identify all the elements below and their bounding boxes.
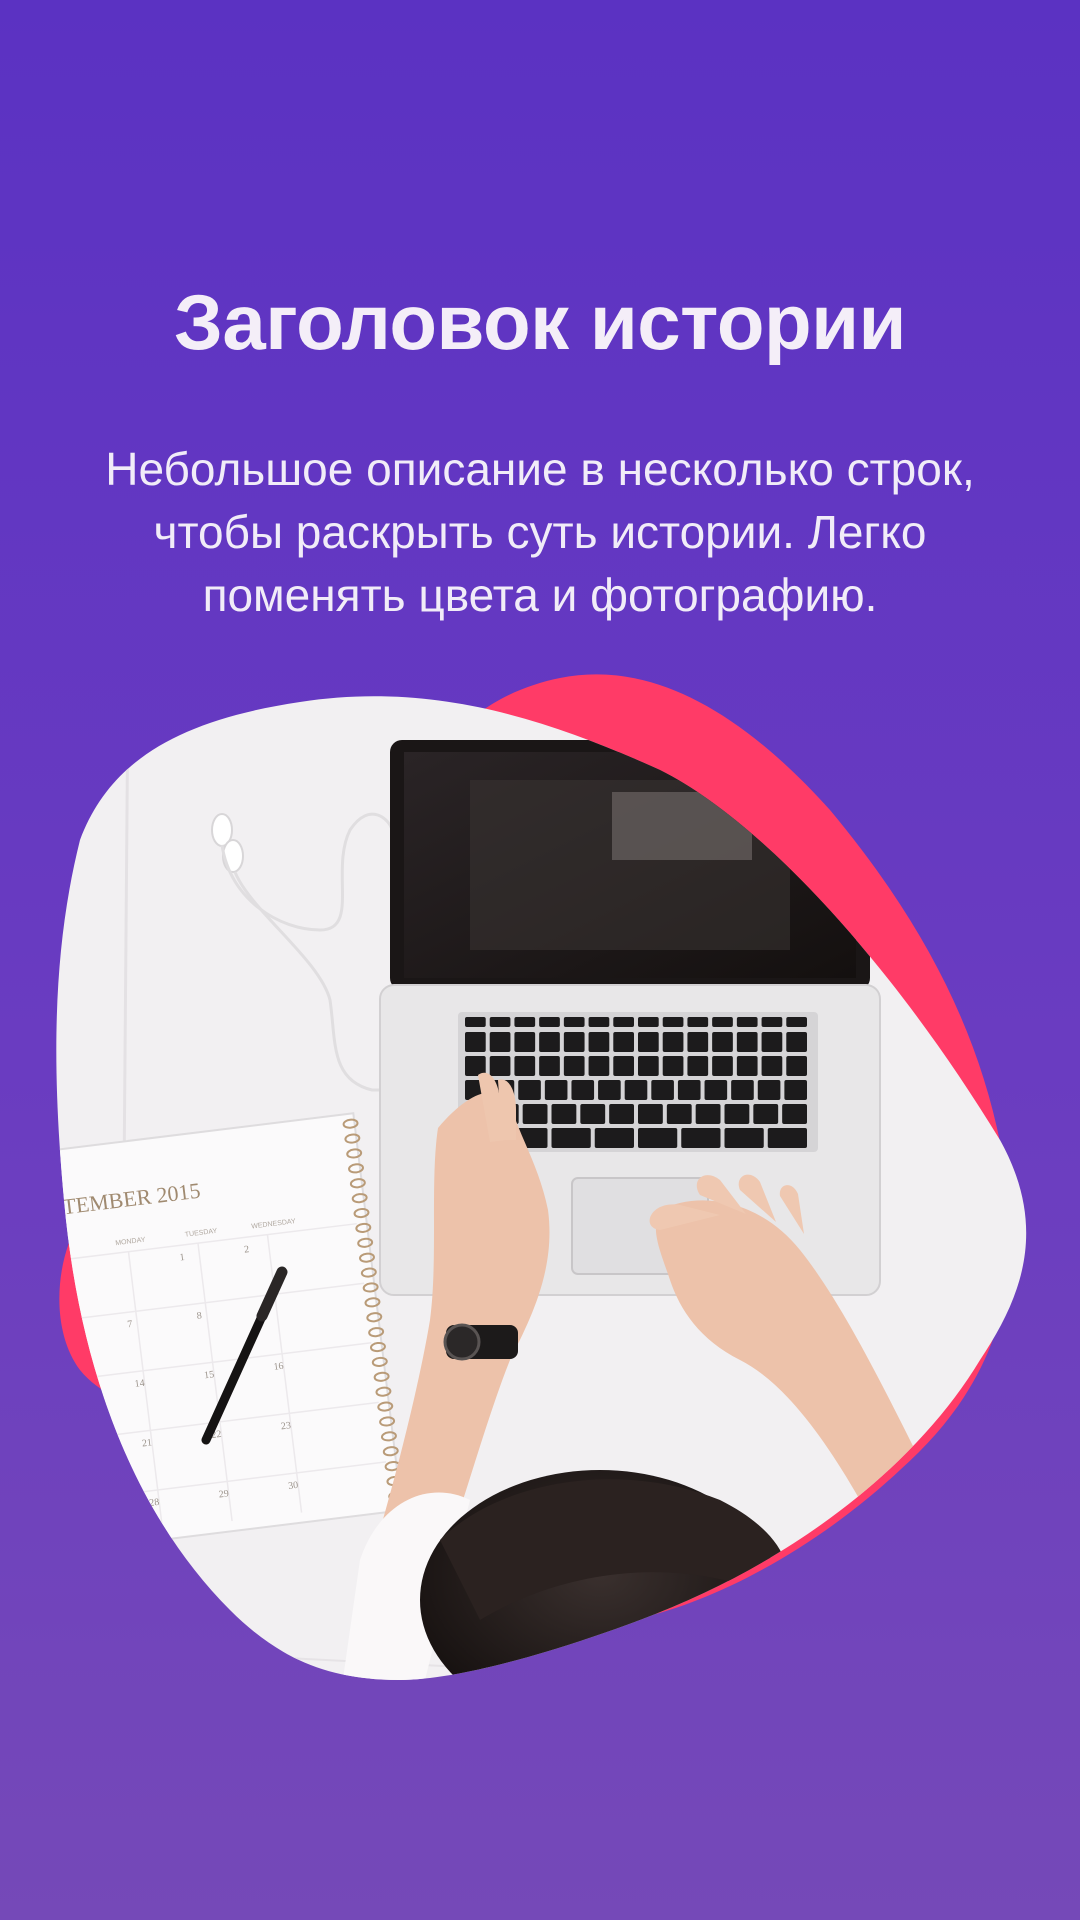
keyboard-key <box>588 1032 610 1052</box>
keyboard-key <box>761 1032 783 1052</box>
keyboard-key <box>518 1080 541 1100</box>
calendar-date: 30 <box>288 1480 299 1492</box>
keyboard-key <box>544 1080 568 1100</box>
keyboard-key <box>761 1017 783 1027</box>
keyboard-key <box>613 1056 634 1076</box>
keyboard-key <box>580 1104 606 1124</box>
keyboard-key <box>638 1128 678 1148</box>
keyboard-key <box>753 1104 779 1124</box>
story-screen: Заголовок истории Небольшое описание в н… <box>0 0 1080 1920</box>
story-visual: TEMBER 2015 MONDAY TUESDAY WEDNESDAY 1 2… <box>0 0 1080 1920</box>
calendar-date: 15 <box>204 1369 215 1381</box>
keyboard-key <box>687 1017 709 1027</box>
keyboard-key <box>677 1080 701 1100</box>
keyboard-key <box>489 1032 511 1052</box>
calendar-notebook: TEMBER 2015 MONDAY TUESDAY WEDNESDAY 1 2… <box>56 1112 405 1551</box>
calendar-date: 28 <box>149 1497 160 1509</box>
keyboard-key <box>724 1128 764 1148</box>
keyboard-key <box>638 1056 659 1076</box>
keyboard-key <box>539 1017 560 1027</box>
keyboard-key <box>662 1056 684 1076</box>
keyboard-key <box>613 1032 634 1052</box>
keyboard-key <box>704 1080 728 1100</box>
keyboard-key <box>712 1056 733 1076</box>
keyboard-key <box>767 1128 807 1148</box>
keyboard-key <box>712 1032 733 1052</box>
keyboard-key <box>736 1056 758 1076</box>
keyboard-key <box>784 1080 807 1100</box>
keyboard-key <box>761 1056 783 1076</box>
keyboard-key <box>489 1017 511 1027</box>
keyboard-key <box>782 1104 807 1124</box>
keyboard-key <box>598 1080 621 1100</box>
keyboard-key <box>563 1056 585 1076</box>
keyboard-key <box>613 1017 634 1027</box>
keyboard-key <box>539 1056 560 1076</box>
keyboard-key <box>786 1032 807 1052</box>
keyboard-key <box>551 1104 577 1124</box>
keyboard-key <box>736 1032 758 1052</box>
person-head <box>340 1470 788 1680</box>
keyboard-key <box>588 1056 610 1076</box>
keyboard-key <box>563 1032 585 1052</box>
keyboard-key <box>465 1017 486 1027</box>
keyboard-key <box>681 1128 721 1148</box>
keyboard-key <box>666 1104 692 1124</box>
keyboard-key <box>465 1032 486 1052</box>
calendar-date: 14 <box>134 1378 145 1390</box>
keyboard-key <box>609 1104 634 1124</box>
keyboard-key <box>551 1128 591 1148</box>
keyboard-key <box>638 1032 659 1052</box>
keyboard-key <box>638 1017 659 1027</box>
calendar-date: 16 <box>273 1361 284 1373</box>
keyboard-key <box>662 1032 684 1052</box>
keyboard-key <box>522 1104 548 1124</box>
keyboard-key <box>731 1080 754 1100</box>
keyboard-key <box>571 1080 595 1100</box>
keyboard-key <box>724 1104 750 1124</box>
keyboard-key <box>514 1032 536 1052</box>
keyboard-key <box>757 1080 781 1100</box>
keyboard-key <box>662 1017 684 1027</box>
calendar-date: 29 <box>218 1488 229 1500</box>
keyboard-key <box>489 1056 511 1076</box>
keyboard-key <box>638 1104 663 1124</box>
keyboard-key <box>786 1056 807 1076</box>
keyboard-key <box>514 1056 536 1076</box>
keyboard-key <box>651 1080 674 1100</box>
keyboard-key <box>594 1128 634 1148</box>
calendar-date: 21 <box>141 1437 152 1449</box>
keyboard-key <box>687 1032 709 1052</box>
keyboard-key <box>563 1017 585 1027</box>
keyboard-key <box>786 1017 807 1027</box>
workspace-photo: TEMBER 2015 MONDAY TUESDAY WEDNESDAY 1 2… <box>56 696 1027 1680</box>
keyboard-key <box>539 1032 560 1052</box>
keyboard-key <box>624 1080 648 1100</box>
keyboard-key <box>687 1056 709 1076</box>
keyboard-key <box>514 1017 536 1027</box>
keyboard-key <box>588 1017 610 1027</box>
keyboard-key <box>736 1017 758 1027</box>
keyboard-key <box>695 1104 721 1124</box>
keyboard-key <box>712 1017 733 1027</box>
calendar-date: 23 <box>280 1420 291 1432</box>
